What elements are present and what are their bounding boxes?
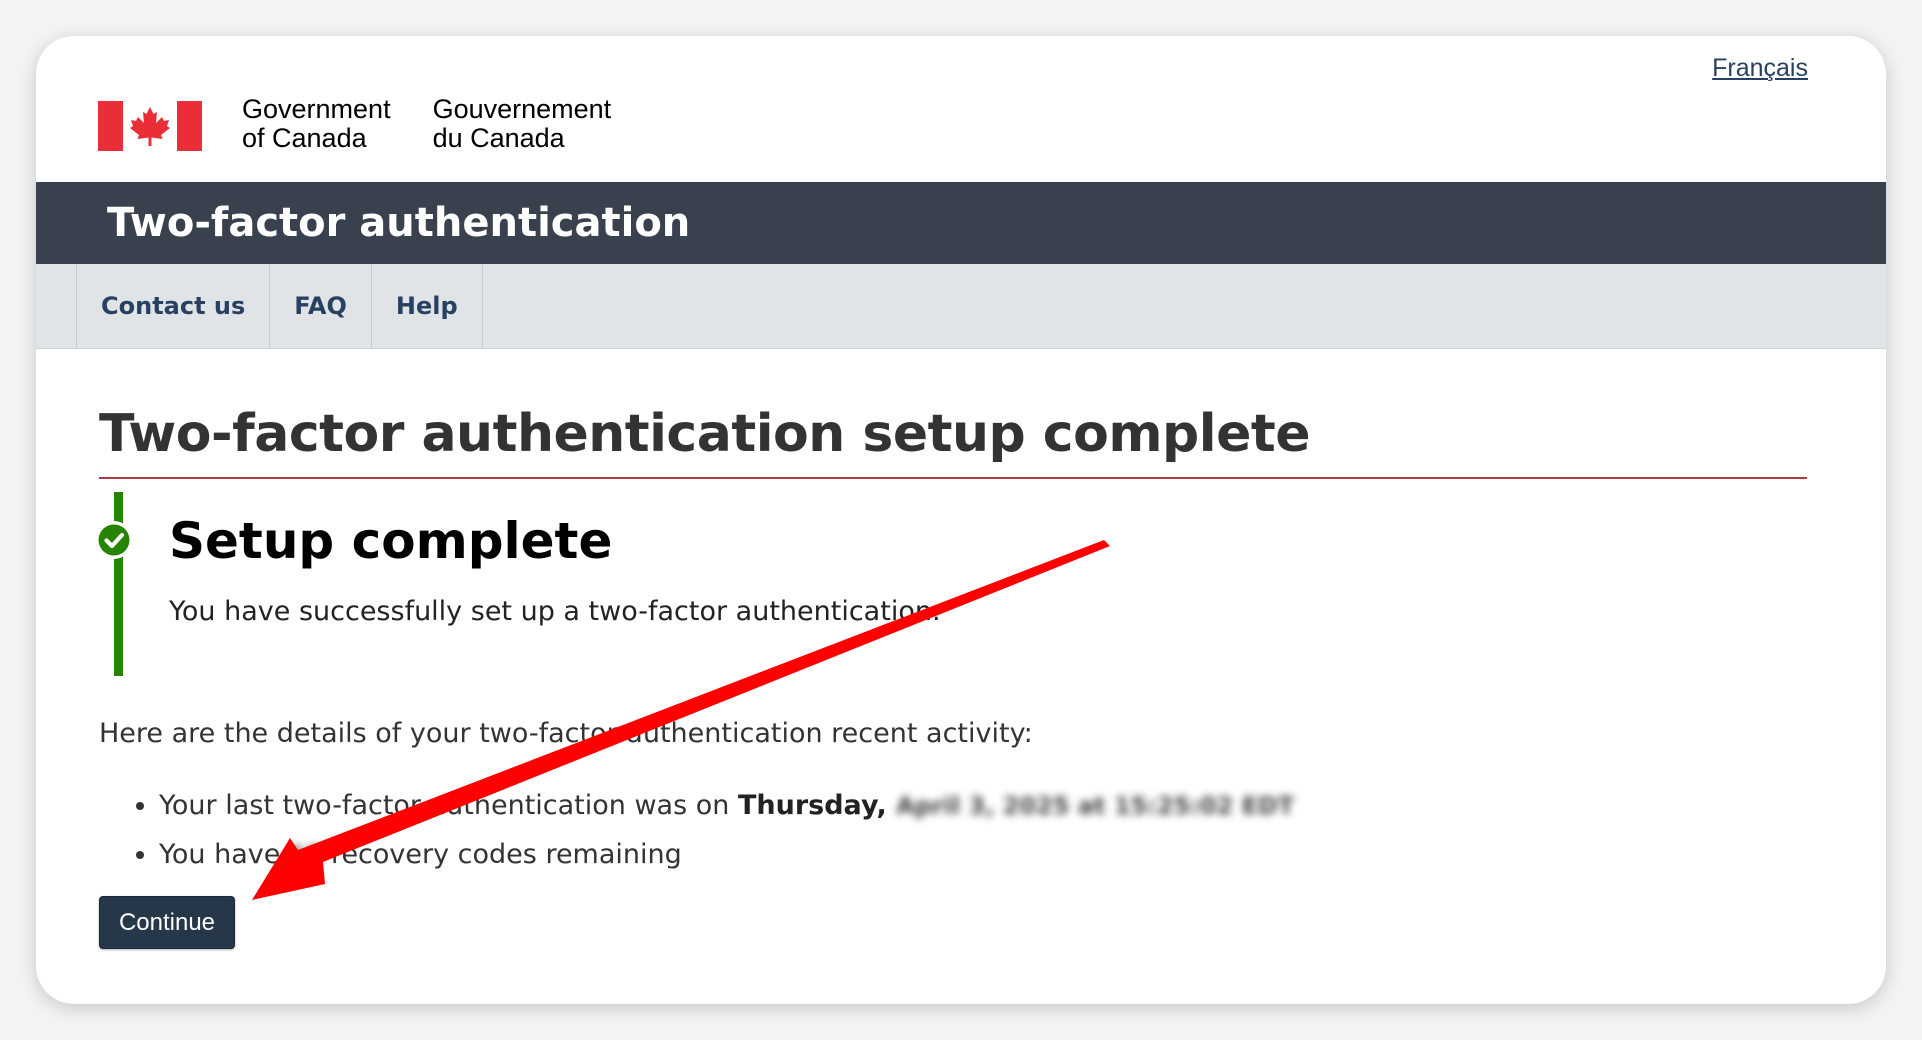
canada-flag-icon bbox=[98, 101, 202, 151]
menu-list: Contact us FAQ Help bbox=[76, 264, 483, 348]
continue-button[interactable]: Continue bbox=[99, 896, 235, 949]
gov-name-english: Government of Canada bbox=[242, 94, 391, 153]
gc-signature[interactable]: Government of Canada Gouvernement du Can… bbox=[98, 95, 611, 165]
menu-bar: Contact us FAQ Help bbox=[36, 264, 1886, 349]
page-title: Two-factor authentication setup complete bbox=[99, 404, 1310, 464]
alert-heading: Setup complete bbox=[169, 512, 613, 570]
list-item-recovery-codes: You have 10 recovery codes remaining bbox=[159, 830, 1294, 879]
browser-page: Français Government of Canada Gouverneme… bbox=[36, 36, 1886, 1004]
menu-item-contact-us[interactable]: Contact us bbox=[77, 264, 271, 348]
menu-item-faq[interactable]: FAQ bbox=[270, 264, 372, 348]
details-intro: Here are the details of your two-factor … bbox=[99, 718, 1033, 749]
gov-name-french: Gouvernement du Canada bbox=[432, 94, 612, 153]
check-circle-icon bbox=[95, 521, 133, 559]
details-list: Your last two-factor authentication was … bbox=[99, 781, 1294, 879]
app-banner: Two-factor authentication bbox=[36, 182, 1886, 264]
menu-item-help[interactable]: Help bbox=[372, 264, 483, 348]
language-toggle-link[interactable]: Français bbox=[1712, 54, 1808, 83]
alert-message: You have successfully set up a two-facto… bbox=[169, 596, 941, 627]
success-alert: Setup complete You have successfully set… bbox=[95, 492, 1323, 676]
list-item-last-auth: Your last two-factor authentication was … bbox=[159, 781, 1294, 830]
redacted-count: 10 bbox=[288, 841, 323, 869]
title-divider bbox=[99, 477, 1807, 479]
app-title[interactable]: Two-factor authentication bbox=[107, 200, 690, 246]
redacted-datetime: April 3, 2025 at 15:25:02 EDT bbox=[896, 792, 1295, 820]
